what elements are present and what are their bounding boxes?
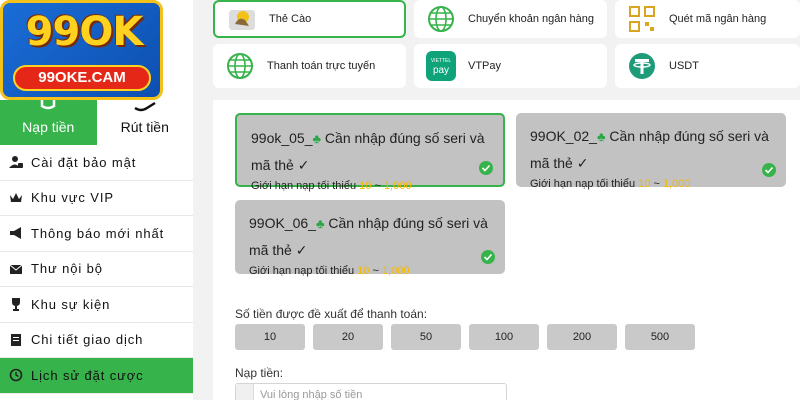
tab-withdraw[interactable]: Rút tiền [96,100,193,145]
check-circle-icon [762,163,776,177]
suggested-amount-label: Số tiền được đề xuất để thanh toán: [235,307,428,321]
method-label: Chuyển khoản ngân hàng [468,12,594,25]
limit-separator: ~ [374,180,381,192]
amount-button[interactable]: 50 [391,324,461,350]
deposit-amount-field [235,383,507,400]
method-scratch-card[interactable]: Thẻ Cào [213,0,406,38]
crown-icon [10,192,22,202]
limit-min: 10 [357,265,370,277]
history-icon [9,368,23,382]
input-prefix [236,384,254,400]
sidebar-item-label: Khu sự kiện [31,296,111,312]
vtpay-icon: VIETTEL pay [426,51,456,81]
sidebar-item-label: Khu vực VIP [31,190,114,206]
limit-max: 1,000 [662,178,691,190]
globe-icon [428,6,454,32]
channel-limit: Giới hạn nạp tối thiểu 10 ~ 1,000 [530,178,774,190]
method-label: Quét mã ngân hàng [669,12,767,25]
method-bank-qr[interactable]: Quét mã ngân hàng [615,0,800,38]
sidebar-item-security[interactable]: Cài đặt bảo mật [0,145,193,181]
sidebar-item-bet-history[interactable]: Lịch sử đặt cược [0,358,193,394]
logo-domain: 99OKE.CAM [13,65,151,91]
channel-card[interactable]: 99OK_02_♣ Cần nhập đúng số seri và mã th… [516,113,786,190]
method-usdt[interactable]: USDT [615,44,800,88]
channel-title: 99ok_05_♣ Cần nhập đúng số seri và mã th… [251,125,491,178]
limit-label: Giới hạn nạp tối thiểu [530,178,636,190]
sidebar-item-label: Thư nội bộ [31,261,103,277]
trophy-icon [12,298,20,312]
account-menu: Cài đặt bảo mật Khu vực VIP Thông báo mớ… [0,145,193,394]
withdraw-icon [134,101,156,112]
method-vtpay[interactable]: VIETTEL pay VTPay [414,44,607,88]
check-circle-icon [481,250,495,264]
limit-max: 1,000 [381,265,410,277]
limit-separator: ~ [653,178,660,190]
deposit-amount-input[interactable] [260,384,500,400]
amount-button[interactable]: 10 [235,324,305,350]
megaphone-icon [10,227,21,240]
vtpay-logo-bottom: pay [432,65,450,76]
sidebar-item-label: Lịch sử đặt cược [31,367,144,383]
check-circle-icon [479,161,493,175]
brand-logo[interactable]: 99OK 99OKE.CAM [0,0,163,100]
amount-button[interactable]: 200 [547,324,617,350]
sidebar-item-label: Cài đặt bảo mật [31,154,137,170]
limit-max: 1,000 [383,180,412,192]
channel-limit: Giới hạn nạp tối thiểu 10 ~ 1,000 [249,265,493,277]
limit-min: 10 [359,180,372,192]
tab-deposit[interactable]: Nạp tiền [0,100,97,145]
globe-icon [227,53,253,79]
method-label: Thẻ Cào [269,12,312,25]
method-online-payment[interactable]: Thanh toán trực tuyến [213,44,406,88]
limit-min: 10 [638,178,651,190]
limit-label: Giới hạn nạp tối thiểu [251,180,357,192]
sidebar-item-inbox[interactable]: Thư nội bộ [0,251,193,287]
deposit-icon [41,100,56,110]
sidebar-item-label: Chi tiết giao dịch [31,332,144,348]
sidebar-item-label: Thông báo mới nhất [31,225,165,241]
channel-name: 99OK_02_ [530,128,597,144]
method-label: Thanh toán trực tuyến [267,59,376,72]
method-bank-transfer[interactable]: Chuyển khoản ngân hàng [414,0,607,38]
sidebar-item-transactions[interactable]: Chi tiết giao dịch [0,322,193,358]
user-shield-icon [9,156,23,169]
amount-button[interactable]: 500 [625,324,695,350]
method-label: USDT [669,59,699,72]
amount-button[interactable]: 100 [469,324,539,350]
channel-title: 99OK_02_♣ Cần nhập đúng số seri và mã th… [530,123,774,176]
receipt-icon [11,333,21,346]
mail-icon [9,264,23,274]
channel-card[interactable]: 99OK_06_♣ Cần nhập đúng số seri và mã th… [235,200,505,277]
channel-name: 99ok_05_ [251,130,313,146]
channel-limit: Giới hạn nạp tối thiểu 10 ~ 1,000 [251,180,491,192]
limit-separator: ~ [372,265,379,277]
card-icon [229,10,255,30]
sidebar-item-events[interactable]: Khu sự kiện [0,287,193,323]
tether-icon [629,53,655,79]
sidebar-item-announcements[interactable]: Thông báo mới nhất [0,216,193,252]
limit-label: Giới hạn nạp tối thiểu [249,265,355,277]
clover-icon: ♣ [312,131,322,146]
sidebar: 99OK 99OKE.CAM Nạp tiền Rút tiền Cài đặt… [0,0,193,400]
sidebar-item-vip[interactable]: Khu vực VIP [0,180,193,216]
deposit-amount-label: Nạp tiền: [235,366,284,380]
suggested-amounts: 10 20 50 100 200 500 [235,324,695,350]
channel-card[interactable]: 99ok_05_♣ Cần nhập đúng số seri và mã th… [235,113,505,192]
amount-button[interactable]: 20 [313,324,383,350]
channel-title: 99OK_06_♣ Cần nhập đúng số seri và mã th… [249,210,493,263]
logo-text: 99OK [25,9,144,55]
tab-withdraw-label: Rút tiền [120,119,169,135]
method-label: VTPay [468,59,502,72]
tab-deposit-label: Nạp tiền [22,119,75,135]
deposit-withdraw-tabs: Nạp tiền Rút tiền [0,100,193,145]
qr-icon [629,6,655,32]
channel-name: 99OK_06_ [249,215,316,231]
